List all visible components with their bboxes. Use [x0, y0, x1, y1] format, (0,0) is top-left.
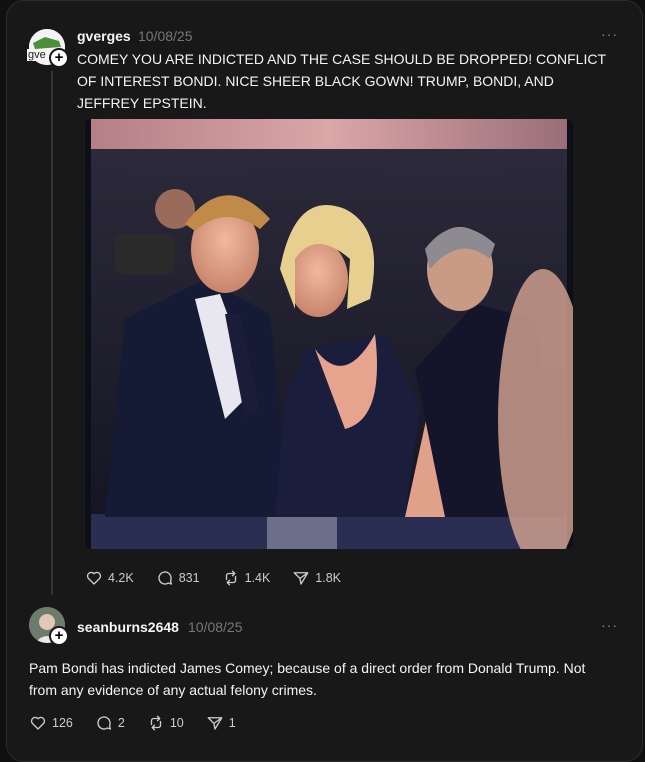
- repost-icon: [150, 715, 161, 731]
- share-button[interactable]: 1: [206, 714, 236, 732]
- feed-panel: gve + gverges 10/08/25 ··· COMEY YOU ARE…: [6, 0, 643, 762]
- username[interactable]: seanburns2648: [77, 619, 179, 635]
- send-icon: [207, 717, 223, 730]
- post-seanburns2648: + seanburns2648 10/08/25 ··· Pam Bondi h…: [7, 1, 642, 744]
- post-text-line: from any evidence of any actual felony c…: [29, 682, 317, 698]
- like-count: 126: [52, 716, 73, 730]
- post-text: Pam Bondi has indicted James Comey; beca…: [29, 657, 629, 701]
- share-count: 1: [228, 716, 236, 730]
- reply-count: 2: [117, 716, 125, 730]
- heart-icon: [30, 716, 46, 730]
- post-actions: 126 2 10 1: [29, 714, 258, 732]
- repost-count: 10: [169, 716, 184, 730]
- follow-plus-icon[interactable]: +: [49, 626, 69, 646]
- post-text-line: Pam Bondi has indicted James Comey; beca…: [29, 660, 586, 676]
- comment-icon: [97, 716, 111, 730]
- like-button[interactable]: 126: [29, 714, 73, 732]
- reply-button[interactable]: 2: [95, 714, 125, 732]
- avatar[interactable]: +: [29, 607, 69, 646]
- repost-button[interactable]: 10: [147, 714, 184, 732]
- post-date[interactable]: 10/08/25: [188, 619, 243, 635]
- more-options-icon[interactable]: ···: [601, 617, 618, 633]
